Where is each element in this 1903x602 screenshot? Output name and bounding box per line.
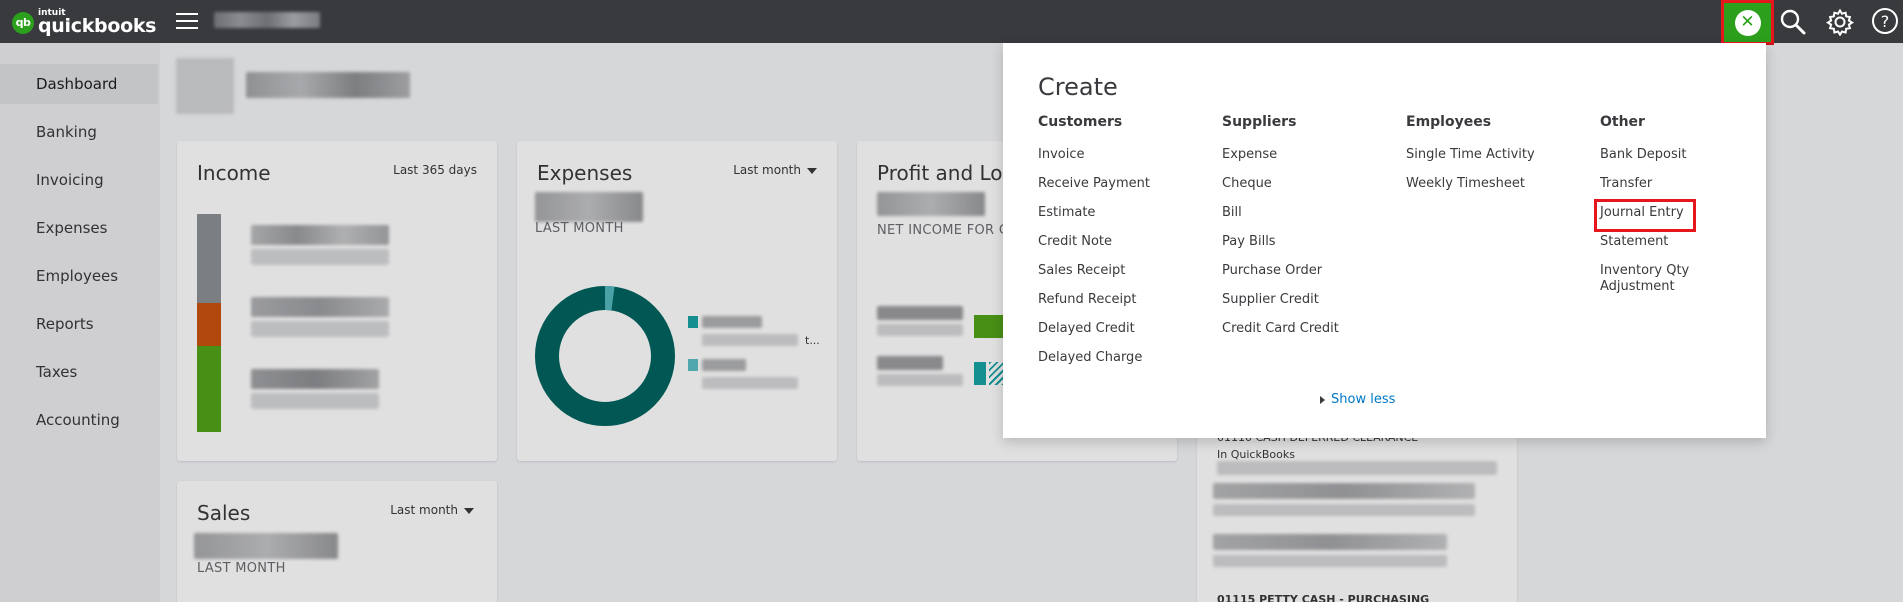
company-title-redacted [246,72,410,98]
create-item-delayed-credit[interactable]: Delayed Credit [1038,321,1150,350]
caret-right-icon [1320,395,1325,404]
expenses-title: Expenses [537,161,633,185]
create-item-weekly-timesheet[interactable]: Weekly Timesheet [1406,176,1535,205]
sidebar-item-accounting[interactable]: Accounting [0,400,158,440]
create-item-bill[interactable]: Bill [1222,205,1339,234]
create-item-refund-receipt[interactable]: Refund Receipt [1038,292,1150,321]
sidebar-item-banking[interactable]: Banking [0,112,158,152]
create-column-employees: Employees Single Time Activity Weekly Ti… [1406,114,1535,205]
show-less-link[interactable]: Show less [1320,392,1395,407]
create-item-pay-bills[interactable]: Pay Bills [1222,234,1339,263]
income-card: Income Last 365 days [177,141,497,461]
profit-loss-subtitle: NET INCOME FOR C [877,223,1009,238]
caret-down-icon [807,167,817,174]
sales-title: Sales [197,501,251,525]
column-heading-suppliers: Suppliers [1222,114,1297,130]
sidebar-item-reports[interactable]: Reports [0,304,158,344]
sidebar-item-employees[interactable]: Employees [0,256,158,296]
qb-logo-icon: qb [12,11,34,34]
income-period[interactable]: Last 365 days [393,163,477,177]
expenses-legend-ellipsis: t... [805,334,820,347]
sidebar-item-dashboard[interactable]: Dashboard [0,64,158,104]
search-icon[interactable] [1779,8,1807,36]
sidebar-item-expenses[interactable]: Expenses [0,208,158,248]
left-sidebar: Dashboard Banking Invoicing Expenses Emp… [0,43,160,602]
sidebar-item-invoicing[interactable]: Invoicing [0,160,158,200]
create-item-invoice[interactable]: Invoice [1038,147,1150,176]
create-item-bank-deposit[interactable]: Bank Deposit [1600,147,1710,176]
create-item-credit-note[interactable]: Credit Note [1038,234,1150,263]
create-menu-title: Create [1038,73,1118,101]
journal-entry-highlight-box [1594,199,1696,232]
create-item-delayed-charge[interactable]: Delayed Charge [1038,350,1150,379]
create-item-single-time-activity[interactable]: Single Time Activity [1406,147,1535,176]
create-item-sales-receipt[interactable]: Sales Receipt [1038,263,1150,292]
create-column-customers: Customers Invoice Receive Payment Estima… [1038,114,1150,379]
gear-icon[interactable] [1826,8,1854,36]
caret-down-icon [464,507,474,514]
income-bar-paid [197,346,221,432]
create-item-purchase-order[interactable]: Purchase Order [1222,263,1339,292]
top-nav-bar: qb intuit quickbooks ✕ ? [0,0,1903,45]
create-column-suppliers: Suppliers Expense Cheque Bill Pay Bills … [1222,114,1339,350]
close-x-icon: ✕ [1734,9,1761,36]
create-item-credit-card-credit[interactable]: Credit Card Credit [1222,321,1339,350]
create-item-statement[interactable]: Statement [1600,234,1710,263]
quickbooks-logo[interactable]: qb intuit quickbooks [12,9,157,37]
create-item-supplier-credit[interactable]: Supplier Credit [1222,292,1339,321]
help-icon[interactable]: ? [1872,8,1898,34]
income-bar-overdue [197,303,221,346]
sales-period-dropdown[interactable]: Last month [390,503,474,517]
logo-quickbooks-text: quickbooks [38,15,157,37]
create-item-inventory-qty-adjustment[interactable]: Inventory Qty Adjustment [1600,263,1710,303]
expenses-donut-chart[interactable] [535,286,675,426]
create-item-expense[interactable]: Expense [1222,147,1339,176]
expenses-card: Expenses Last month LAST MONTH t... [517,141,837,461]
column-heading-employees: Employees [1406,114,1492,130]
sales-card: Sales Last month LAST MONTH [177,481,497,602]
create-item-estimate[interactable]: Estimate [1038,205,1150,234]
income-title: Income [197,161,271,185]
column-heading-customers: Customers [1038,114,1123,130]
create-item-cheque[interactable]: Cheque [1222,176,1339,205]
sales-subtitle: LAST MONTH [197,561,286,576]
expenses-subtitle: LAST MONTH [535,221,624,236]
company-name-redacted [214,12,320,28]
company-logo-redacted [176,58,234,114]
income-bar-unbilled [197,214,221,303]
create-button[interactable]: ✕ [1721,0,1774,45]
create-item-receive-payment[interactable]: Receive Payment [1038,176,1150,205]
profit-loss-title: Profit and Loss [877,161,1024,185]
expenses-period-dropdown[interactable]: Last month [733,163,817,177]
create-menu-panel: Create Customers Invoice Receive Payment… [1003,43,1766,438]
hamburger-menu-icon[interactable] [176,11,198,31]
sidebar-item-taxes[interactable]: Taxes [0,352,158,392]
column-heading-other: Other [1600,114,1645,130]
